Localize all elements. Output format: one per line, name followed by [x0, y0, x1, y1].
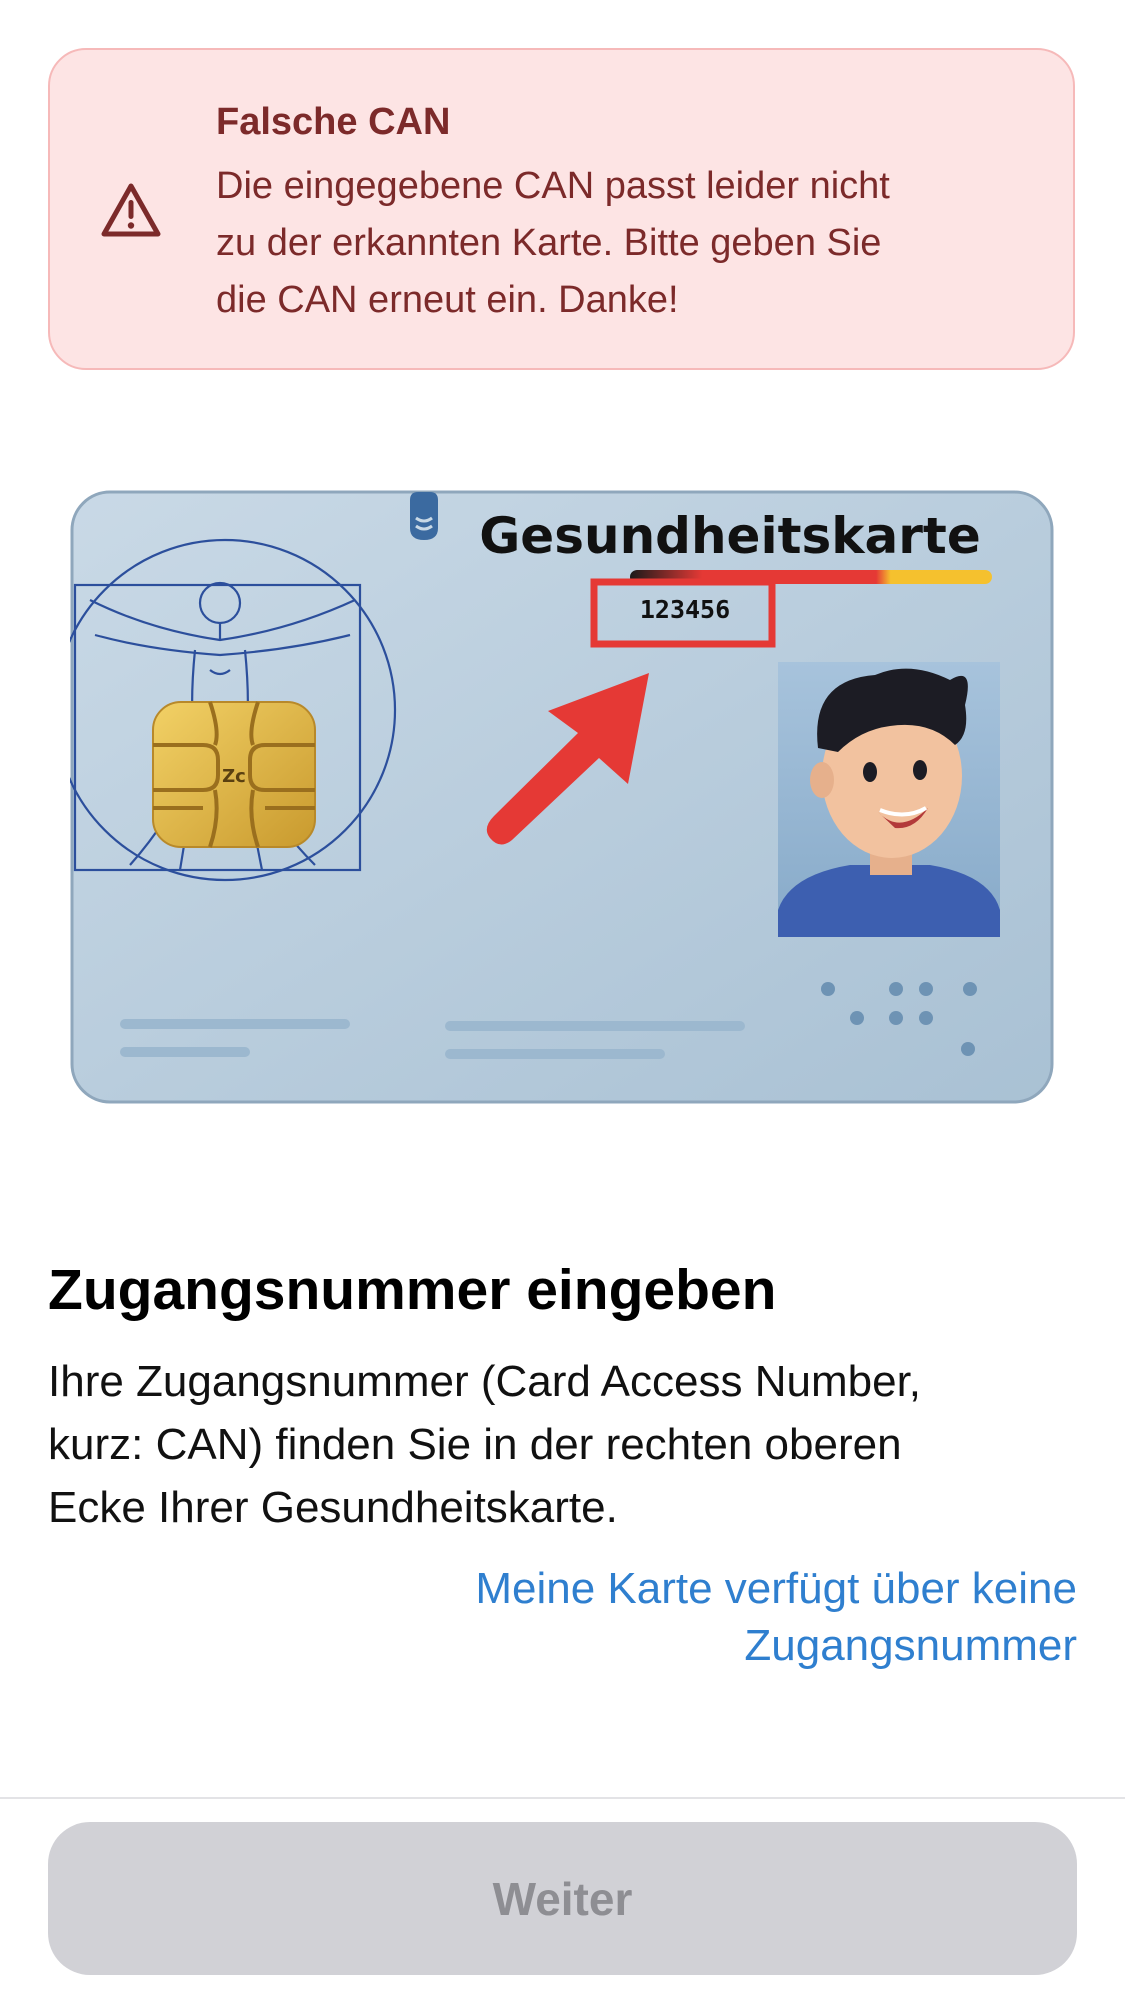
- can-explanation: Ihre Zugangsnummer (Card Access Number, …: [48, 1350, 1078, 1539]
- error-title: Falsche CAN: [216, 101, 451, 143]
- card-portrait: [778, 662, 1000, 937]
- no-can-link-line: Zugangsnummer: [744, 1621, 1077, 1670]
- error-message: Die eingegebene CAN passt leider nicht z…: [216, 158, 1036, 329]
- error-message-line: zu der erkannten Karte. Bitte geben Sie: [216, 222, 882, 264]
- no-can-link-line: Meine Karte verfügt über keine: [475, 1564, 1077, 1613]
- svg-text:Zc: Zc: [222, 766, 246, 787]
- footer-divider: [0, 1797, 1125, 1799]
- warning-triangle-icon: [101, 183, 161, 237]
- can-example-number: 123456: [640, 595, 730, 624]
- error-message-line: Die eingegebene CAN passt leider nicht: [216, 165, 890, 207]
- no-can-link[interactable]: Meine Karte verfügt über keine Zugangsnu…: [475, 1560, 1077, 1674]
- explanation-line: kurz: CAN) finden Sie in der rechten obe…: [48, 1420, 902, 1469]
- health-card-illustration: Zc Gesundheitskarte 123456: [70, 490, 1054, 1104]
- error-message-line: die CAN erneut ein. Danke!: [216, 279, 679, 321]
- card-chip: Zc: [152, 701, 316, 848]
- card-logo-icon: [410, 492, 438, 540]
- explanation-line: Ihre Zugangsnummer (Card Access Number,: [48, 1357, 922, 1406]
- page-title: Zugangsnummer eingeben: [48, 1258, 777, 1322]
- explanation-line: Ecke Ihrer Gesundheitskarte.: [48, 1483, 618, 1532]
- card-title: Gesundheitskarte: [479, 507, 980, 565]
- continue-button[interactable]: Weiter: [48, 1822, 1077, 1975]
